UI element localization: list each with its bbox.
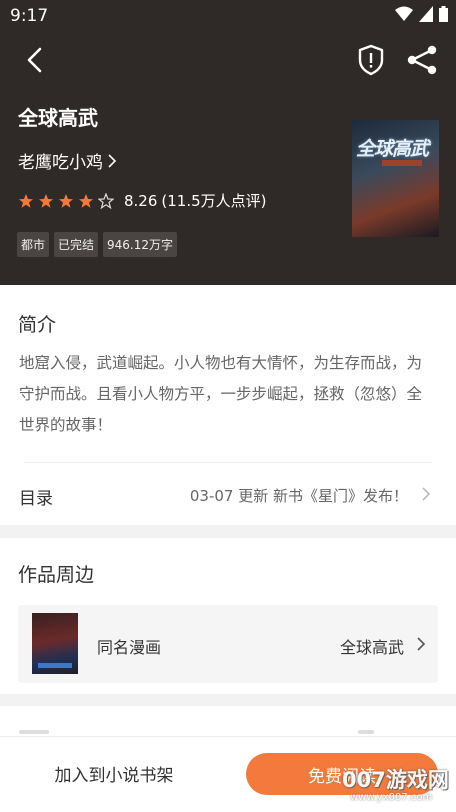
tag-genre: 都市 [17,232,50,257]
author-link[interactable]: 老鹰吃小鸡 [18,148,117,173]
intro-text: 地窟入侵，武道崛起。小人物也有大情怀，为生存而战，为守护而战。且看小人物方平，一… [19,354,423,434]
works-item-label: 同名漫画 [97,638,162,657]
signal-icon [419,6,433,22]
book-title: 全球高武 [18,106,98,130]
chevron-right-icon [417,637,426,651]
chevron-right-icon [108,153,117,168]
book-cover: 全球高武 [352,120,439,237]
chevron-right-icon [422,487,431,501]
star-filled-icon [39,193,53,208]
status-bar: 9:17 [0,0,456,32]
author-name: 老鹰吃小鸡 [18,153,103,173]
toc-update: 03-07 更新 新书《星门》发布！ [189,487,408,505]
comic-thumbnail-badge [38,663,72,668]
status-time: 9:17 [10,6,49,26]
works-item-comic[interactable]: 同名漫画 全球高武 [18,605,438,683]
share-icon[interactable] [405,44,439,76]
status-icons [395,6,448,22]
book-tags: 都市 已完结 946.12万字 [17,232,178,257]
back-icon[interactable] [20,44,52,76]
rating-stars [18,192,114,209]
top-nav [0,40,456,80]
next-section-peek [0,706,456,736]
works-heading: 作品周边 [18,564,95,586]
toc-label: 目录 [19,489,53,509]
comic-thumbnail [32,613,78,674]
report-shield-icon[interactable] [355,43,387,77]
star-filled-icon [79,193,93,208]
cover-title: 全球高武 [356,138,429,160]
battery-icon [439,6,448,22]
works-item-title: 全球高武 [339,638,404,657]
rating-score: 8.26 [124,191,158,210]
rating-row: 8.26 (11.5万人点评) [18,190,267,211]
star-empty-icon [98,192,114,209]
peek-text [19,730,49,734]
star-filled-icon [19,193,33,208]
peek-text [358,730,374,734]
wifi-icon [395,6,413,21]
tag-word-count: 946.12万字 [103,232,178,257]
tag-status: 已完结 [54,232,99,257]
cover-badge [382,160,422,166]
divider [24,462,432,463]
add-to-shelf-button[interactable]: 加入到小说书架 [34,761,194,786]
book-header: 9:17 全球高武 老鹰吃小鸡 8.26 (11.5万人点评) 都市 已完结 9… [0,0,456,285]
intro-heading: 简介 [18,314,57,336]
star-filled-icon [59,193,73,208]
watermark-url: www.yx007.com [350,792,433,803]
rating-count: (11.5万人点评) [161,192,267,210]
watermark-brand: 007游戏网 [342,768,449,792]
